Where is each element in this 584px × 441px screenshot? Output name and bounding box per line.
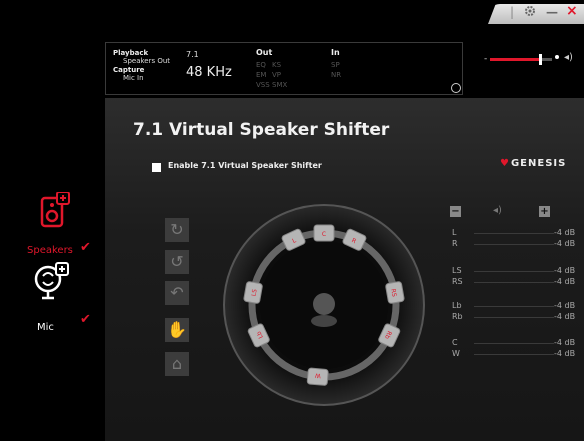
divider-icon: | (510, 5, 515, 19)
channel-name: RS (452, 277, 463, 286)
enable-checkbox[interactable] (152, 163, 161, 172)
out-label: Out (256, 48, 273, 57)
speaker-ring[interactable]: CL RLS RSLb RbW (219, 200, 429, 410)
level-row-lb[interactable]: Lb -4 dB (452, 301, 577, 311)
level-row-w[interactable]: W -4 dB (452, 349, 577, 359)
capture-label: Capture (113, 66, 145, 74)
dot-icon (555, 55, 559, 59)
level-row-ls[interactable]: LS -4 dB (452, 266, 577, 276)
mic-in-value: Mic In (123, 74, 144, 82)
svg-text:C: C (322, 231, 326, 238)
channel-name: C (452, 338, 458, 347)
out-item: EQ (256, 61, 266, 69)
level-minus-button[interactable]: − (450, 206, 461, 217)
rotate-left-button[interactable]: ↺ (165, 250, 189, 274)
level-row-c[interactable]: C -4 dB (452, 338, 577, 348)
genesis-logo: ♥GENESIS (500, 158, 566, 169)
power-icon[interactable] (451, 83, 461, 93)
svg-text:LS: LS (251, 288, 259, 296)
channel-name: W (452, 349, 460, 358)
channel-name: R (452, 239, 458, 248)
speaker-shifter-panel: 7.1 Virtual Speaker Shifter Enable 7.1 V… (105, 98, 584, 441)
speaker-tag-ls[interactable]: LS (243, 281, 263, 304)
level-speaker-icon: ◂) (493, 205, 502, 216)
enable-checkbox-label[interactable]: Enable 7.1 Virtual Speaker Shifter (168, 161, 322, 170)
hand-icon[interactable]: ✋ (165, 318, 189, 342)
channel-db: -4 dB (554, 277, 576, 286)
gear-icon[interactable] (524, 5, 536, 20)
out-item: SMX (272, 81, 288, 89)
channels-value: 7.1 (186, 50, 199, 59)
speakers-label[interactable]: Speakers (27, 245, 73, 256)
status-display: Playback Speakers Out Capture Mic In 7.1… (105, 42, 463, 95)
channel-name: L (452, 228, 457, 237)
level-row-r[interactable]: R -4 dB (452, 239, 577, 249)
level-slider[interactable] (474, 282, 554, 283)
channel-name: Rb (452, 312, 463, 321)
volume-track[interactable] (490, 58, 552, 61)
rotate-back-button[interactable]: ↶ (165, 281, 189, 305)
in-label: In (331, 48, 340, 57)
level-slider[interactable] (474, 233, 554, 234)
mic-checkmark: ✔ (80, 312, 91, 327)
top-bar: | — × (0, 0, 584, 44)
out-item: KS (272, 61, 282, 69)
level-row-rb[interactable]: Rb -4 dB (452, 312, 577, 322)
channel-db: -4 dB (554, 349, 576, 358)
channel-db: -4 dB (554, 312, 576, 321)
level-slider[interactable] (474, 306, 554, 307)
channel-db: -4 dB (554, 338, 576, 347)
speaker-tag-c[interactable]: C (313, 224, 335, 242)
volume-knob[interactable] (538, 54, 542, 65)
channel-db: -4 dB (554, 301, 576, 310)
brand-text: GENESIS (510, 158, 567, 169)
channel-db: -4 dB (554, 239, 576, 248)
speaker-device-icon[interactable] (39, 192, 71, 230)
playback-label: Playback (113, 49, 149, 57)
out-item: VSS (256, 81, 270, 89)
speaker-tag-rs[interactable]: RS (385, 281, 405, 304)
heart-icon: ♥ (500, 158, 510, 169)
svg-text:RS: RS (389, 288, 397, 297)
speakers-out-value: Speakers Out (123, 57, 171, 65)
minus-icon: - (484, 54, 488, 64)
close-button[interactable]: × (566, 4, 578, 19)
level-slider[interactable] (474, 271, 554, 272)
out-item: VP (272, 71, 282, 79)
panel-title: 7.1 Virtual Speaker Shifter (133, 120, 390, 140)
channel-name: LS (452, 266, 462, 275)
channel-db: -4 dB (554, 266, 576, 275)
frequency-value: 48 KHz (186, 65, 232, 80)
minimize-button[interactable]: — (546, 5, 558, 19)
in-item: SP (331, 61, 340, 69)
level-slider[interactable] (474, 354, 554, 355)
master-volume[interactable]: - ◂) (484, 52, 579, 66)
level-row-rs[interactable]: RS -4 dB (452, 277, 577, 287)
microphone-icon[interactable] (33, 262, 71, 302)
in-item: NR (331, 71, 342, 79)
svg-text:W: W (315, 371, 322, 378)
window-controls: | — × (488, 4, 584, 24)
out-item: EM (256, 71, 267, 79)
speaker-icon[interactable]: ◂) (564, 52, 573, 63)
home-icon[interactable]: ⌂ (165, 352, 189, 376)
speaker-tag-w[interactable]: W (306, 367, 329, 386)
level-slider[interactable] (474, 343, 554, 344)
level-row-l[interactable]: L -4 dB (452, 228, 577, 238)
channel-name: Lb (452, 301, 462, 310)
level-plus-button[interactable]: + (539, 206, 550, 217)
rotate-button[interactable]: ↻ (165, 218, 189, 242)
speakers-checkmark: ✔ (80, 240, 91, 255)
level-slider[interactable] (474, 317, 554, 318)
level-slider[interactable] (474, 244, 554, 245)
mic-label[interactable]: Mic (37, 322, 54, 333)
volume-fill (490, 58, 540, 61)
channel-db: -4 dB (554, 228, 576, 237)
sidebar: Speakers ✔ Mic ✔ (0, 180, 100, 360)
